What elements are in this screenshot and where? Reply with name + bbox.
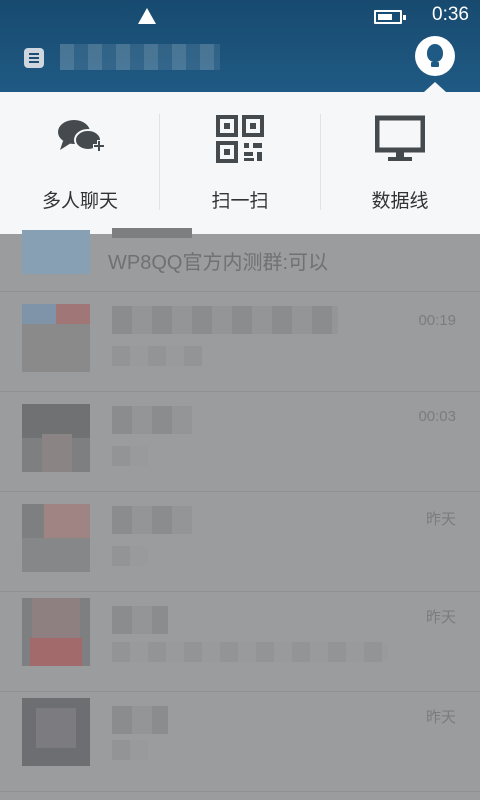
- lightbulb-button[interactable]: [415, 36, 455, 76]
- contact-name-blurred: [112, 306, 338, 334]
- chat-row[interactable]: 昨天: [0, 692, 480, 792]
- chat-row[interactable]: 00:03: [0, 392, 480, 492]
- battery-icon: [374, 10, 406, 24]
- account-name-blurred: [60, 44, 220, 70]
- chat-time: 00:03: [418, 408, 456, 425]
- group-last-message: WP8QQ官方内测群:可以: [108, 252, 329, 274]
- chat-row[interactable]: 昨天: [0, 492, 480, 592]
- multi-chat-button[interactable]: 多人聊天: [0, 92, 160, 234]
- chat-row[interactable]: 00:19: [0, 292, 480, 392]
- message-preview-blurred: [112, 642, 388, 662]
- avatar: [22, 504, 90, 572]
- scan-label: 扫一扫: [211, 191, 269, 212]
- message-preview-blurred: [112, 346, 202, 366]
- status-time: 0:36: [432, 4, 469, 25]
- group-avatar: [22, 230, 90, 274]
- chat-row-group[interactable]: WP8QQ官方内测群:可以: [0, 228, 480, 292]
- contact-name-blurred: [112, 406, 192, 434]
- avatar: [22, 698, 90, 766]
- chat-time: 昨天: [425, 609, 456, 626]
- message-preview-blurred: [112, 740, 148, 760]
- app-header: 0:36: [0, 0, 480, 92]
- group-chat-add-icon: [58, 120, 105, 152]
- multi-chat-label: 多人聊天: [41, 191, 118, 212]
- chat-time: 00:19: [418, 312, 456, 329]
- contact-name-blurred: [112, 606, 168, 634]
- chat-row[interactable]: 昨天: [0, 592, 480, 692]
- contact-name-blurred: [112, 706, 168, 734]
- signal-icon: [138, 8, 156, 24]
- monitor-icon: [375, 115, 425, 161]
- data-cable-label: 数据线: [371, 191, 429, 212]
- message-preview-blurred: [112, 446, 148, 466]
- avatar: [22, 304, 90, 372]
- chat-time: 昨天: [425, 709, 456, 726]
- chat-time: 昨天: [425, 511, 456, 528]
- contact-name-blurred: [112, 506, 192, 534]
- data-cable-button[interactable]: 数据线: [320, 92, 480, 234]
- avatar: [22, 598, 90, 666]
- group-name-partial: [112, 228, 192, 238]
- popup-pointer: [424, 82, 446, 92]
- scan-button[interactable]: 扫一扫: [160, 92, 320, 234]
- lightbulb-icon: [427, 44, 443, 62]
- menu-icon[interactable]: [24, 48, 44, 68]
- avatar: [22, 404, 90, 472]
- qr-code-icon: [216, 115, 264, 163]
- chat-list: WP8QQ官方内测群:可以 00:19 00:03 昨天 昨天 昨天: [0, 228, 480, 800]
- message-preview-blurred: [112, 546, 148, 566]
- quick-actions-popup: 多人聊天 扫一扫 数据线: [0, 92, 480, 234]
